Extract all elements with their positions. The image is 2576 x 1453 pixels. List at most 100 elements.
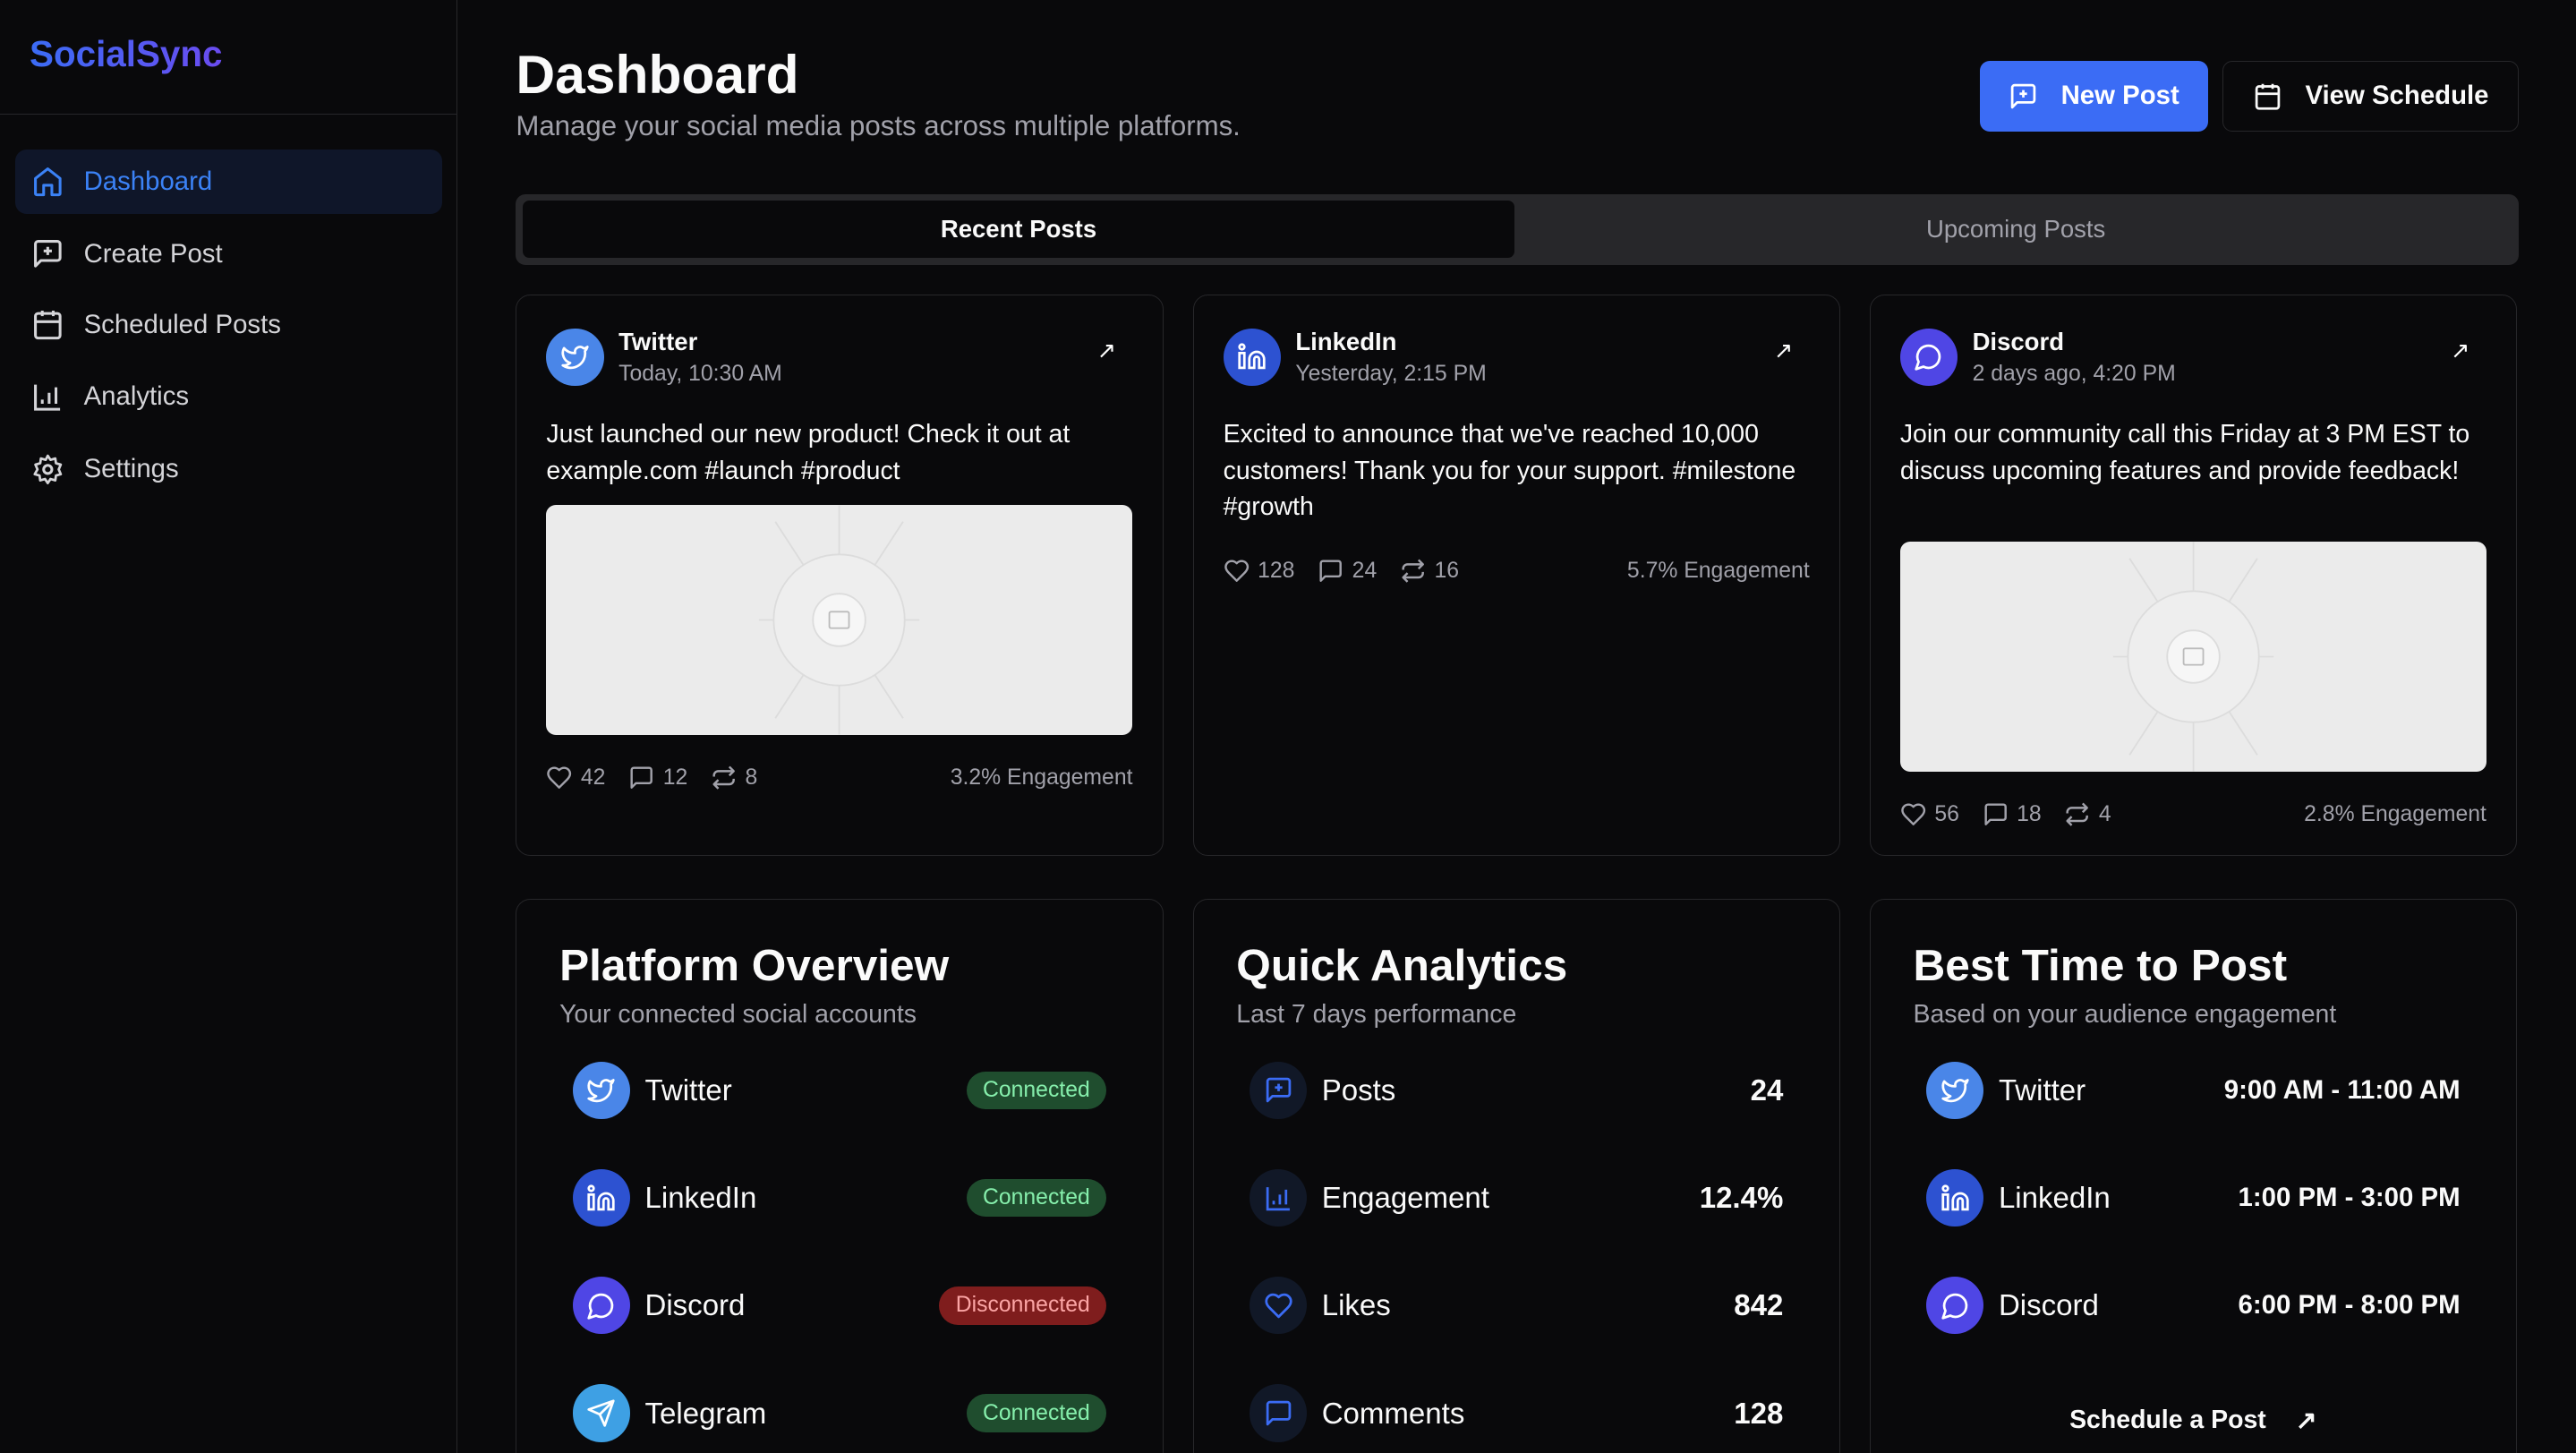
- message-plus-icon: [31, 237, 64, 270]
- status-badge: Connected: [966, 1394, 1107, 1432]
- tab-upcoming-posts[interactable]: Upcoming Posts: [1520, 201, 2512, 258]
- post-text: Just launched our new product! Check it …: [546, 420, 1070, 485]
- repeat-icon: [2064, 801, 2090, 827]
- analytics-row: Likes 842: [1249, 1276, 1783, 1335]
- card-subtitle: Your connected social accounts: [559, 999, 917, 1029]
- metric-value: 128: [1734, 1396, 1784, 1430]
- metric-value: 12.4%: [1699, 1181, 1784, 1215]
- post-platform: LinkedIn: [1295, 328, 1397, 356]
- view-schedule-button[interactable]: View Schedule: [2222, 60, 2519, 132]
- card-title: Best Time to Post: [1913, 940, 2288, 991]
- comments-stat[interactable]: 24: [1318, 558, 1377, 584]
- message-plus-icon: [1249, 1061, 1308, 1120]
- card-title: Quick Analytics: [1236, 940, 1568, 991]
- time-range: 6:00 PM - 8:00 PM: [2238, 1290, 2461, 1321]
- twitter-icon: [572, 1061, 630, 1120]
- posts-tabs: Recent Posts Upcoming Posts: [516, 193, 2519, 265]
- repeat-icon: [711, 765, 737, 791]
- sidebar-item-settings[interactable]: Settings: [15, 437, 442, 501]
- likes-count: 42: [580, 765, 606, 791]
- likes-stat[interactable]: 42: [546, 765, 605, 791]
- schedule-a-post-link[interactable]: Schedule a Post ↗: [1871, 1406, 2516, 1436]
- best-time-row: Twitter 9:00 AM - 11:00 AM: [1926, 1061, 2461, 1120]
- calendar-icon: [31, 308, 64, 341]
- platform-name: Twitter: [644, 1073, 732, 1107]
- bar-chart-icon: [31, 380, 64, 414]
- comment-icon: [1318, 558, 1343, 584]
- shares-stat[interactable]: 16: [1400, 558, 1459, 584]
- image-placeholder-graphic: [2112, 542, 2274, 772]
- shares-stat[interactable]: 4: [2064, 801, 2111, 827]
- engagement-rate: 5.7% Engagement: [1626, 558, 1810, 583]
- button-label: New Post: [2060, 81, 2179, 111]
- sidebar-item-create-post[interactable]: Create Post: [15, 222, 442, 286]
- repeat-icon: [1400, 558, 1426, 584]
- platform-name: LinkedIn: [644, 1181, 757, 1215]
- discord-icon: [1926, 1277, 1984, 1335]
- calendar-icon: [2253, 81, 2282, 111]
- heart-icon: [1224, 558, 1250, 584]
- sidebar-item-scheduled-posts[interactable]: Scheduled Posts: [15, 293, 442, 357]
- sidebar-item-label: Dashboard: [83, 166, 213, 196]
- post-time: Today, 10:30 AM: [618, 361, 782, 386]
- heart-icon: [1900, 801, 1926, 827]
- post-header: Discord 2 days ago, 4:20 PM: [1899, 328, 2176, 387]
- sidebar-item-analytics[interactable]: Analytics: [15, 364, 442, 429]
- bar-chart-icon: [1249, 1169, 1308, 1227]
- comments-stat[interactable]: 12: [628, 765, 687, 791]
- link-label: Schedule a Post: [2069, 1406, 2266, 1435]
- quick-analytics-card: Quick Analytics Last 7 days performance …: [1192, 899, 1840, 1453]
- time-range: 9:00 AM - 11:00 AM: [2223, 1074, 2461, 1105]
- card-title: Platform Overview: [559, 940, 950, 991]
- sidebar-item-label: Scheduled Posts: [83, 309, 281, 339]
- sidebar-item-label: Analytics: [83, 381, 190, 412]
- linkedin-icon: [1223, 328, 1281, 387]
- post-time: 2 days ago, 4:20 PM: [1972, 361, 2176, 386]
- metric-label: Posts: [1321, 1073, 1396, 1107]
- post-header: LinkedIn Yesterday, 2:15 PM: [1223, 328, 1487, 387]
- sidebar-divider: [0, 113, 457, 115]
- sidebar-item-dashboard[interactable]: Dashboard: [14, 150, 442, 214]
- telegram-icon: [572, 1384, 630, 1442]
- shares-stat[interactable]: 8: [711, 765, 757, 791]
- post-card: LinkedIn Yesterday, 2:15 PM ↗ Excited to …: [1192, 294, 1840, 857]
- tab-recent-posts[interactable]: Recent Posts: [522, 200, 1515, 259]
- open-post-icon[interactable]: ↗: [1774, 338, 1794, 364]
- twitter-icon: [1926, 1061, 1984, 1120]
- status-badge: Connected: [966, 1178, 1107, 1218]
- page-title: Dashboard: [516, 43, 799, 105]
- post-platform: Discord: [1972, 328, 2065, 356]
- analytics-row: Comments 128: [1249, 1384, 1784, 1443]
- linkedin-icon: [572, 1169, 630, 1227]
- post-card: Twitter Today, 10:30 AM ↗ Just launched o…: [516, 294, 1164, 857]
- new-post-button[interactable]: New Post: [1979, 60, 2208, 132]
- post-platform: Twitter: [618, 328, 698, 356]
- home-icon: [31, 165, 64, 198]
- likes-stat[interactable]: 56: [1900, 801, 1959, 827]
- post-text: Excited to announce that we've reached 1…: [1223, 420, 1796, 522]
- comments-count: 12: [662, 765, 688, 791]
- engagement-rate: 3.2% Engagement: [950, 765, 1133, 791]
- post-card: Discord 2 days ago, 4:20 PM ↗ Join our co…: [1869, 294, 2517, 857]
- card-subtitle: Based on your audience engagement: [1913, 999, 2337, 1029]
- message-plus-icon: [2009, 81, 2038, 111]
- metric-label: Engagement: [1321, 1181, 1489, 1215]
- arrow-up-right-icon: ↗: [2295, 1406, 2317, 1436]
- heart-icon: [546, 765, 572, 791]
- comments-count: 24: [1352, 558, 1378, 583]
- button-label: View Schedule: [2305, 81, 2489, 111]
- likes-stat[interactable]: 128: [1224, 558, 1294, 584]
- post-header: Twitter Today, 10:30 AM: [546, 328, 782, 387]
- best-time-row: LinkedIn 1:00 PM - 3:00 PM: [1926, 1168, 2461, 1227]
- shares-count: 16: [1434, 558, 1460, 583]
- app-logo[interactable]: SocialSync: [30, 33, 222, 75]
- discord-icon: [572, 1277, 630, 1335]
- metric-value: 24: [1750, 1073, 1784, 1107]
- open-post-icon[interactable]: ↗: [1097, 338, 1117, 364]
- shares-count: 8: [745, 765, 758, 791]
- open-post-icon[interactable]: ↗: [2451, 338, 2470, 364]
- comments-stat[interactable]: 18: [1983, 801, 2042, 827]
- best-time-row: Discord 6:00 PM - 8:00 PM: [1926, 1276, 2461, 1335]
- platform-row-telegram: Telegram Connected: [572, 1384, 1107, 1443]
- page-subtitle: Manage your social media posts across mu…: [516, 109, 1241, 141]
